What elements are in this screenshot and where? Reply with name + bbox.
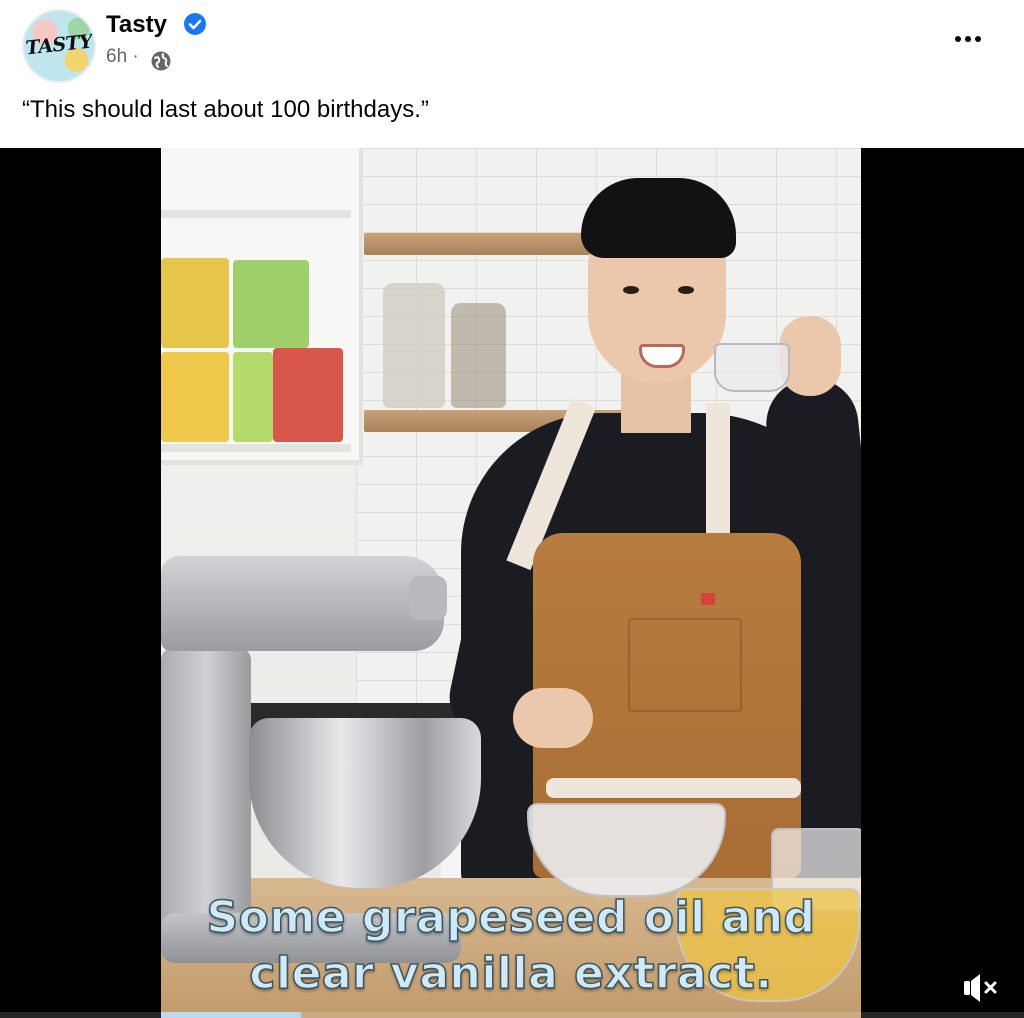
shelf-board (161, 444, 351, 452)
globe-icon (151, 51, 171, 71)
apron-tag (701, 593, 715, 605)
person-hair (581, 178, 736, 258)
page-avatar[interactable]: TASTY (22, 9, 96, 83)
post-header: TASTY Tasty 6h · “This should last about… (0, 0, 1024, 148)
avatar-logo-text: TASTY (24, 30, 94, 60)
meta-separator: · (132, 46, 139, 67)
video-subtitle-line-2: clear vanilla extract. (249, 947, 773, 1000)
post-caption: “This should last about 100 birthdays.” (22, 96, 429, 123)
apron-tie (546, 778, 801, 798)
video-subtitle-line-1: Some grapeseed oil and (206, 891, 816, 944)
canister (161, 258, 229, 348)
canister (233, 260, 309, 348)
white-shelf (161, 148, 363, 465)
eye (678, 286, 694, 294)
apron-pocket (628, 618, 742, 712)
unmute-button[interactable] (958, 968, 1002, 1008)
more-options-dot (975, 36, 981, 42)
eye (623, 286, 639, 294)
video-frame[interactable]: Some grapeseed oil and clear vanilla ext… (161, 148, 861, 1018)
canister (273, 348, 343, 442)
apron-strap (706, 403, 730, 538)
video-progress-bar[interactable] (0, 1012, 1024, 1018)
stand-mixer-knob (409, 576, 447, 620)
canister (161, 352, 229, 442)
speaker-muted-icon (964, 974, 997, 1002)
more-options-dot (965, 36, 971, 42)
post-timestamp-link[interactable]: 6h (106, 46, 127, 67)
more-options-icon (955, 36, 961, 42)
jar (383, 283, 445, 408)
canister (233, 352, 273, 442)
verified-badge-icon (184, 13, 206, 35)
page-name-link[interactable]: Tasty (106, 11, 167, 39)
jar (451, 303, 506, 408)
stand-mixer-head (161, 556, 444, 651)
shelf-board (161, 210, 351, 218)
more-options-button[interactable] (946, 22, 990, 56)
video-progress-fill (161, 1012, 301, 1018)
post-meta: 6h · (106, 46, 139, 68)
video-player[interactable]: Some grapeseed oil and clear vanilla ext… (0, 148, 1024, 1018)
small-glass-bowl (714, 343, 790, 392)
person-left-hand (513, 688, 593, 748)
